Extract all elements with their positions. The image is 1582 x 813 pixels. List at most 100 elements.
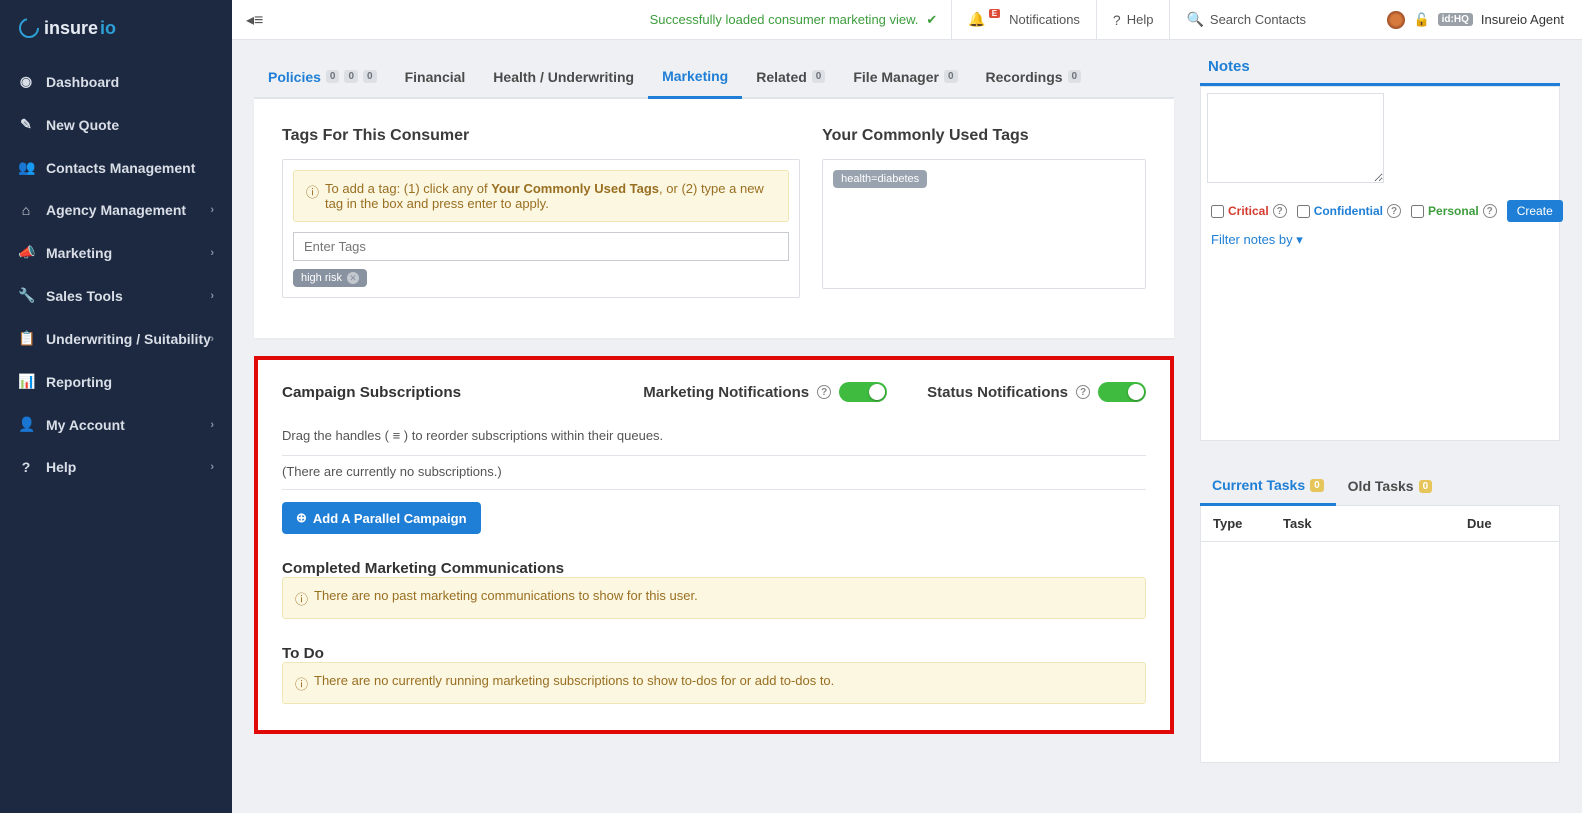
sidebar-item-label: Contacts Management: [46, 160, 195, 176]
sidebar-item-agency[interactable]: ⌂ Agency Management ›: [0, 189, 232, 231]
common-tags-card: health=diabetes: [822, 159, 1146, 289]
chevron-right-icon: ›: [210, 290, 214, 302]
chevron-right-icon: ›: [210, 333, 214, 345]
sidebar-item-label: Marketing: [46, 245, 112, 261]
check-circle-icon: ✔: [926, 12, 937, 28]
chevron-right-icon: ›: [210, 419, 214, 431]
tab-marketing[interactable]: Marketing: [648, 58, 742, 99]
id-pill: id:HQ: [1438, 13, 1473, 26]
topbar-user[interactable]: 🔓 id:HQ Insureio Agent: [1369, 11, 1582, 29]
unlock-icon: 🔓: [1413, 12, 1429, 28]
tab-old-tasks[interactable]: Old Tasks0: [1336, 469, 1444, 505]
notif-badge: E: [989, 9, 1000, 18]
task-table: Type Task Due: [1200, 506, 1560, 763]
question-icon: ?: [1113, 12, 1121, 28]
tab-policies[interactable]: Policies 0 0 0: [254, 58, 391, 97]
plus-circle-icon: ⊕: [296, 510, 307, 526]
note-critical-check[interactable]: Critical ?: [1211, 204, 1287, 218]
note-confidential-check[interactable]: Confidential ?: [1297, 204, 1401, 218]
sidebar-item-label: Underwriting / Suitability: [46, 331, 211, 347]
info-icon: ⓘ: [306, 182, 319, 201]
sidebar-item-help[interactable]: ?Help›: [0, 446, 232, 488]
barchart-icon: 📊: [18, 373, 34, 390]
tab-health[interactable]: Health / Underwriting: [479, 58, 648, 97]
sidebar-item-reporting[interactable]: 📊 Reporting: [0, 360, 232, 403]
gauge-icon: ◉: [18, 73, 34, 90]
completed-empty-alert: ⓘ There are no past marketing communicat…: [282, 577, 1146, 619]
sidebar-item-label: Agency Management: [46, 202, 186, 218]
tag-chip[interactable]: high risk ✕: [293, 269, 367, 287]
svg-text:insure: insure: [44, 18, 98, 38]
sidebar-item-myaccount[interactable]: 👤 My Account ›: [0, 403, 232, 446]
tab-filemanager[interactable]: File Manager0: [839, 58, 971, 97]
filter-notes-dropdown[interactable]: Filter notes by ▾: [1201, 226, 1559, 260]
status-notif-label: Status Notifications: [927, 384, 1068, 401]
question-icon[interactable]: ?: [1483, 204, 1497, 218]
flash-message: Successfully loaded consumer marketing v…: [277, 12, 951, 28]
home-icon: ⌂: [18, 202, 34, 218]
question-icon[interactable]: ?: [1273, 204, 1287, 218]
sidebar: insure io ◉ Dashboard ✎ New Quote 👥 Contact…: [0, 0, 232, 813]
remove-tag-icon[interactable]: ✕: [347, 272, 359, 284]
user-icon: 👤: [18, 416, 34, 433]
common-tags-heading: Your Commonly Used Tags: [822, 127, 1146, 145]
count-pill: 0: [1068, 70, 1082, 83]
common-tag-chip[interactable]: health=diabetes: [833, 170, 927, 188]
megaphone-icon: 📣: [18, 244, 34, 261]
tab-financial[interactable]: Financial: [391, 58, 480, 97]
sidebar-item-contacts[interactable]: 👥 Contacts Management: [0, 146, 232, 189]
tab-current-tasks[interactable]: Current Tasks0: [1200, 469, 1336, 506]
topbar-search[interactable]: 🔍Search Contacts: [1169, 0, 1369, 40]
question-icon[interactable]: ?: [817, 385, 831, 399]
todo-empty-alert: ⓘ There are no currently running marketi…: [282, 662, 1146, 704]
topbar-help[interactable]: ?Help: [1096, 0, 1170, 40]
status-notif-toggle[interactable]: [1098, 382, 1146, 402]
note-personal-check[interactable]: Personal ?: [1411, 204, 1497, 218]
create-note-button[interactable]: Create: [1507, 200, 1563, 222]
topbar: ◂≡ Successfully loaded consumer marketin…: [232, 0, 1582, 40]
sidebar-item-label: Sales Tools: [46, 288, 123, 304]
sidebar-item-label: Help: [46, 459, 76, 475]
chevron-right-icon: ›: [210, 204, 214, 216]
task-tabs: Current Tasks0 Old Tasks0: [1200, 469, 1560, 506]
caret-down-icon: ▾: [1296, 232, 1303, 247]
completed-heading: Completed Marketing Communications: [282, 560, 1146, 577]
users-icon: 👥: [18, 159, 34, 176]
sidebar-item-label: My Account: [46, 417, 125, 433]
notes-textarea[interactable]: [1207, 93, 1384, 183]
notif-label: Notifications: [1009, 12, 1080, 27]
mkt-notif-label: Marketing Notifications: [643, 384, 809, 401]
mkt-notif-toggle[interactable]: [839, 382, 887, 402]
info-icon: ⓘ: [295, 589, 308, 608]
wrench-icon: 🔧: [18, 287, 34, 304]
pencil-icon: ✎: [18, 116, 34, 133]
tab-related[interactable]: Related0: [742, 58, 839, 97]
svg-text:io: io: [100, 18, 116, 38]
tags-card: ⓘ To add a tag: (1) click any of Your Co…: [282, 159, 800, 298]
no-subs-text: (There are currently no subscriptions.): [282, 456, 1146, 490]
sidebar-item-dashboard[interactable]: ◉ Dashboard: [0, 60, 232, 103]
count-pill: 0: [1310, 479, 1324, 492]
add-parallel-campaign-button[interactable]: ⊕Add A Parallel Campaign: [282, 502, 481, 534]
sidebar-item-label: New Quote: [46, 117, 119, 133]
sidebar-item-marketing[interactable]: 📣Marketing›: [0, 231, 232, 274]
notes-panel: Critical ? Confidential ? Personal ? Cre…: [1200, 86, 1560, 441]
notes-tab[interactable]: Notes: [1200, 58, 1560, 86]
sidebar-toggle[interactable]: ◂≡: [232, 10, 277, 30]
sidebar-item-label: Reporting: [46, 374, 112, 390]
question-icon[interactable]: ?: [1076, 385, 1090, 399]
sidebar-item-salestools[interactable]: 🔧 Sales Tools ›: [0, 274, 232, 317]
count-pill: 0: [344, 70, 358, 83]
question-icon[interactable]: ?: [1387, 204, 1401, 218]
tag-input[interactable]: [293, 232, 789, 261]
brand-logo[interactable]: insure io: [0, 0, 232, 60]
consumer-tabs: Policies 0 0 0 Financial Health / Underw…: [254, 58, 1174, 99]
campaign-highlight: Campaign Subscriptions Marketing Notific…: [254, 356, 1174, 734]
campaign-heading: Campaign Subscriptions: [282, 384, 461, 401]
topbar-notifications[interactable]: 🔔 E Notifications: [951, 0, 1096, 40]
tab-recordings[interactable]: Recordings0: [972, 58, 1096, 97]
sidebar-item-newquote[interactable]: ✎ New Quote: [0, 103, 232, 146]
sidebar-item-label: Dashboard: [46, 74, 119, 90]
sidebar-item-underwriting[interactable]: 📋Underwriting / Suitability›: [0, 317, 232, 360]
bell-icon: 🔔: [968, 11, 985, 28]
